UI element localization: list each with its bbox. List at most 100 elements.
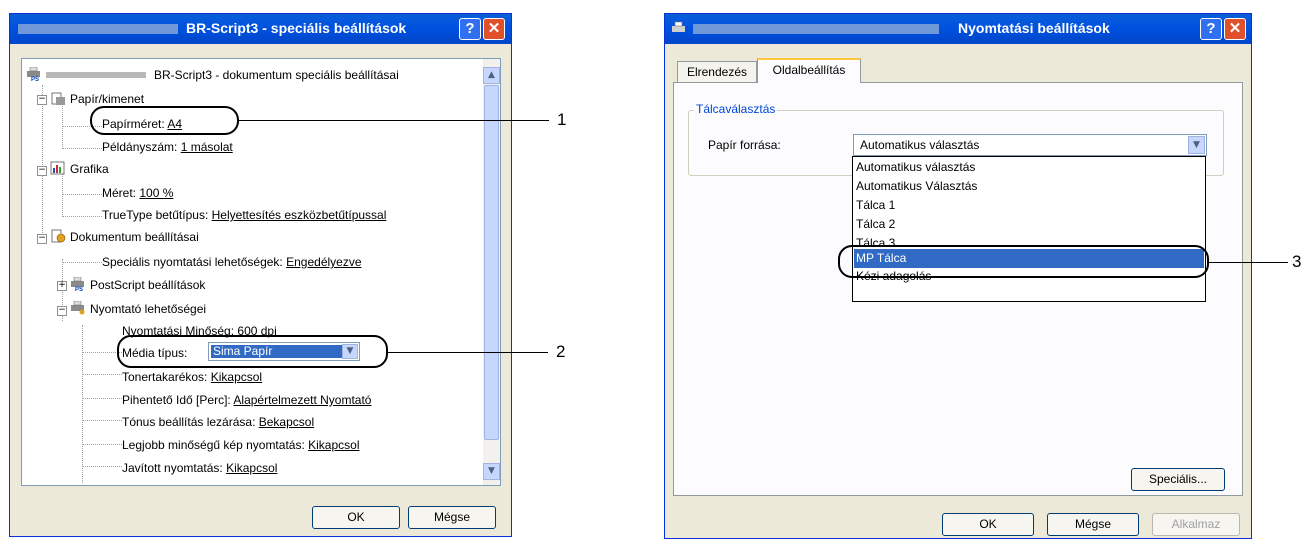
tree-connector <box>82 466 122 467</box>
tone-item[interactable]: Tónus beállítás lezárása: Bekapcsol <box>122 415 314 429</box>
printer-features-icon <box>71 301 85 315</box>
tab-layout[interactable]: Elrendezés <box>677 61 757 82</box>
right-titlebar[interactable]: Nyomtatási beállítások ? ✕ <box>665 14 1251 44</box>
paper-source-dropdown[interactable]: Automatikus választás Automatikus Válasz… <box>852 156 1206 302</box>
toner-value[interactable]: Kikapcsol <box>211 370 262 384</box>
left-titlebar[interactable]: BR-Script3 - speciális beállítások ? ✕ <box>10 14 511 44</box>
cancel-button[interactable]: Mégse <box>1047 513 1139 536</box>
callout-number-3: 3 <box>1292 252 1302 271</box>
callout-line-3 <box>1209 262 1288 263</box>
dropdown-option[interactable]: Tálca 2 <box>856 217 895 231</box>
tree-connector <box>82 398 122 399</box>
special-print-item[interactable]: Speciális nyomtatási lehetőségek: Engedé… <box>102 255 362 269</box>
close-button[interactable]: ✕ <box>1224 18 1246 40</box>
paper-output-label: Papír/kimenet <box>70 92 145 106</box>
tray-group-label: Tálcaválasztás <box>694 102 778 116</box>
help-button[interactable]: ? <box>459 18 481 40</box>
best-quality-item[interactable]: Legjobb minőségű kép nyomtatás: Kikapcso… <box>122 438 360 452</box>
size-label: Méret: <box>102 186 137 200</box>
tab-page-setup[interactable]: Oldalbeállítás <box>757 58 861 83</box>
blurred-title-part <box>18 24 178 34</box>
cancel-button[interactable]: Mégse <box>408 506 496 529</box>
callout-oval-paper-size <box>90 106 239 135</box>
tree-doc-settings[interactable]: Dokumentum beállításai <box>70 230 199 244</box>
expand-toggle[interactable]: + <box>57 281 67 291</box>
help-button[interactable]: ? <box>1200 18 1222 40</box>
tree-printer-features[interactable]: Nyomtató lehetőségei <box>90 302 206 316</box>
ok-button[interactable]: OK <box>942 513 1034 536</box>
copies-value[interactable]: 1 másolat <box>181 140 233 154</box>
left-dialog: BR-Script3 - speciális beállítások ? ✕ P… <box>9 13 512 537</box>
tree-connector <box>62 169 63 215</box>
tree-graphics[interactable]: Grafika <box>70 162 109 176</box>
blurred-title-part <box>693 24 939 34</box>
tree-paper-output[interactable]: Papír/kimenet <box>70 92 144 106</box>
truetype-value[interactable]: Helyettesítés eszközbetűtípussal <box>212 208 387 222</box>
dropdown-option[interactable]: Tálca 1 <box>856 198 895 212</box>
paper-source-value: Automatikus választás <box>860 138 980 152</box>
tone-value[interactable]: Bekapcsol <box>259 415 314 429</box>
collapse-toggle[interactable]: − <box>37 166 47 176</box>
sleep-label: Pihentető Idő [Perc]: <box>122 393 231 407</box>
best-quality-label: Legjobb minőségű kép nyomtatás: <box>122 438 305 452</box>
scroll-down-arrow-icon[interactable]: ▼ <box>483 463 500 480</box>
callout-number-2: 2 <box>556 342 566 361</box>
improved-label: Javított nyomtatás: <box>122 461 223 475</box>
toner-item[interactable]: Tonertakarékos: Kikapcsol <box>122 370 262 384</box>
collapse-toggle[interactable]: − <box>37 95 47 105</box>
callout-oval-mp-tray <box>838 245 1209 278</box>
sleep-value[interactable]: Alapértelmezett Nyomtató <box>233 393 371 407</box>
copies-item[interactable]: Példányszám: 1 másolat <box>102 140 233 154</box>
left-dialog-title: BR-Script3 - speciális beállítások <box>186 20 407 36</box>
truetype-label: TrueType betűtípus: <box>102 208 209 222</box>
size-item[interactable]: Méret: 100 % <box>102 186 173 200</box>
collapse-toggle[interactable]: − <box>37 234 47 244</box>
tree-postscript[interactable]: PostScript beállítások <box>90 278 205 292</box>
paper-source-label: Papír forrása: <box>708 138 781 152</box>
tree-root[interactable]: BR-Script3 - dokumentum speciális beállí… <box>154 68 399 82</box>
postscript-icon: PS <box>71 277 84 291</box>
tree-connector <box>62 194 102 195</box>
collapse-toggle[interactable]: − <box>57 306 67 316</box>
paper-source-select[interactable]: Automatikus választás ▼ <box>853 134 1207 156</box>
close-button[interactable]: ✕ <box>483 18 505 40</box>
vertical-scrollbar[interactable]: ▲ ▼ <box>483 59 500 485</box>
special-print-value[interactable]: Engedélyezve <box>286 255 361 269</box>
tree-connector <box>82 444 122 445</box>
tree-connector <box>82 374 122 375</box>
svg-text:PS: PS <box>31 77 39 81</box>
best-quality-value[interactable]: Kikapcsol <box>308 438 359 452</box>
tree-connector <box>82 352 122 353</box>
tone-label: Tónus beállítás lezárása: <box>122 415 256 429</box>
document-settings-icon <box>51 229 66 243</box>
callout-number-1: 1 <box>557 110 567 129</box>
tree-connector <box>42 85 43 237</box>
truetype-item[interactable]: TrueType betűtípus: Helyettesítés eszköz… <box>102 208 386 222</box>
callout-line-1 <box>239 120 549 121</box>
graphics-chart-icon <box>50 161 65 175</box>
toner-label: Tonertakarékos: <box>122 370 208 384</box>
apply-button[interactable]: Alkalmaz <box>1152 513 1240 536</box>
size-value[interactable]: 100 % <box>139 186 173 200</box>
dropdown-option[interactable]: Automatikus választás <box>856 160 975 174</box>
copies-label: Példányszám: <box>102 140 178 154</box>
chevron-down-icon[interactable]: ▼ <box>1188 136 1205 154</box>
svg-text:PS: PS <box>75 287 83 291</box>
improved-value[interactable]: Kikapcsol <box>226 461 277 475</box>
special-button[interactable]: Speciális... <box>1131 468 1225 491</box>
printer-icon <box>672 21 685 32</box>
paper-icon <box>51 92 65 105</box>
special-print-label: Speciális nyomtatási lehetőségek: <box>102 255 283 269</box>
tree-connector <box>62 216 102 217</box>
printer-ps-icon: PS <box>27 67 40 81</box>
scroll-up-arrow-icon[interactable]: ▲ <box>483 67 500 84</box>
improved-item[interactable]: Javított nyomtatás: Kikapcsol <box>122 461 277 475</box>
ok-button[interactable]: OK <box>312 506 400 529</box>
scrollbar-thumb[interactable] <box>484 85 499 440</box>
tree-connector <box>82 420 122 421</box>
callout-oval-media-type <box>117 335 388 368</box>
sleep-item[interactable]: Pihentető Idő [Perc]: Alapértelmezett Ny… <box>122 393 371 407</box>
blurred-root-prefix <box>46 72 146 78</box>
tree-connector <box>62 101 63 147</box>
dropdown-option[interactable]: Automatikus Választás <box>856 179 977 193</box>
